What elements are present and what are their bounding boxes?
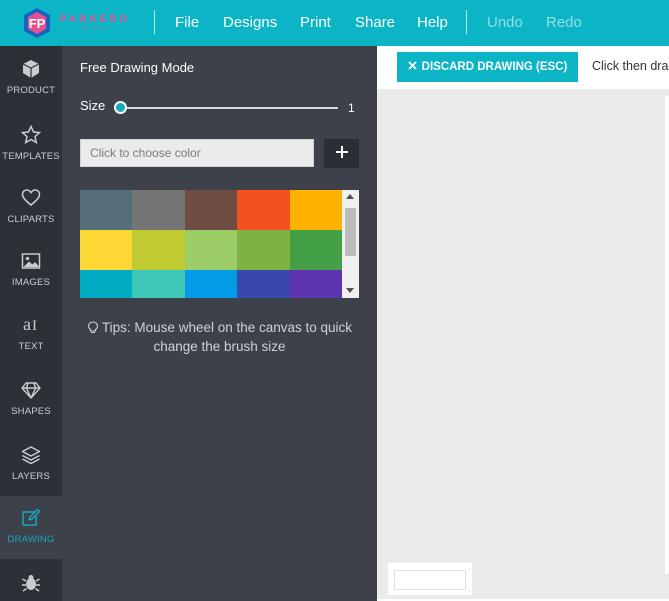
menu-share[interactable]: Share: [355, 14, 395, 31]
logo-mark-icon: FP: [20, 6, 54, 40]
scroll-thumb[interactable]: [345, 208, 356, 256]
design-canvas[interactable]: [665, 96, 669, 574]
star-icon: [20, 124, 42, 146]
lightbulb-icon: [87, 321, 99, 338]
svg-text:a: a: [23, 314, 31, 334]
panel-title: Free Drawing Mode: [80, 60, 195, 75]
add-color-button[interactable]: [324, 139, 359, 168]
image-icon: [20, 250, 42, 272]
color-swatch[interactable]: [132, 270, 185, 298]
logo-subname: Print: [82, 25, 108, 32]
svg-text:FP: FP: [29, 16, 46, 31]
discard-drawing-button[interactable]: DISCARD DRAWING (ESC): [397, 52, 578, 82]
sidebar-item-label: CLIPARTS: [7, 214, 55, 225]
canvas-toolbar: DISCARD DRAWING (ESC) Click then drag: [377, 46, 669, 89]
color-swatch[interactable]: [237, 190, 290, 230]
color-swatch[interactable]: [80, 190, 133, 230]
color-swatch[interactable]: [80, 270, 133, 298]
sidebar-item-label: LAYERS: [12, 471, 50, 482]
swatch-grid: [80, 190, 342, 298]
menu-print[interactable]: Print: [300, 14, 331, 31]
sidebar-item-layers[interactable]: LAYERS: [0, 444, 62, 482]
menu-divider: [466, 10, 467, 34]
sidebar-item-label: IMAGES: [11, 277, 51, 288]
layers-icon: [20, 444, 42, 466]
color-swatch[interactable]: [80, 230, 133, 270]
color-palette: [80, 190, 359, 298]
sidebar-item-images[interactable]: IMAGES: [0, 250, 62, 288]
color-swatch[interactable]: [289, 230, 342, 270]
page-thumbnail-preview: [394, 570, 466, 590]
sidebar-item-shapes[interactable]: SHAPES: [0, 379, 62, 417]
page-thumbnail[interactable]: [388, 563, 472, 595]
menu-divider: [154, 10, 155, 34]
brush-size-slider[interactable]: [120, 107, 338, 109]
brush-size-slider-handle[interactable]: [114, 101, 127, 114]
color-swatch[interactable]: [132, 190, 185, 230]
sidebar-item-extra[interactable]: [0, 572, 62, 594]
left-sidebar: PRODUCT TEMPLATES CLIPARTS IMAGES aI TEX…: [0, 46, 62, 601]
drawing-hint: Click then drag: [592, 59, 669, 73]
scroll-down-icon[interactable]: [346, 288, 354, 293]
color-swatch[interactable]: [184, 190, 238, 230]
tips-text: Tips: Mouse wheel on the canvas to quick…: [80, 319, 359, 355]
text-icon: aI: [20, 314, 42, 336]
sidebar-item-product[interactable]: PRODUCT: [0, 58, 62, 96]
menu-help[interactable]: Help: [417, 14, 448, 31]
sidebar-item-text[interactable]: aI TEXT: [0, 314, 62, 352]
plus-icon: [335, 145, 349, 162]
sidebar-item-label: SHAPES: [11, 406, 51, 417]
diamond-icon: [20, 379, 42, 401]
brush-size-value: 1: [348, 101, 355, 115]
sidebar-item-label: TEMPLATES: [2, 151, 60, 162]
svg-text:I: I: [32, 318, 37, 334]
close-icon: [408, 61, 417, 73]
logo[interactable]: FP PARKERO Print: [20, 6, 132, 40]
color-swatch[interactable]: [237, 270, 290, 298]
color-swatch[interactable]: [289, 270, 342, 298]
color-swatch[interactable]: [184, 230, 238, 270]
color-swatch[interactable]: [184, 270, 238, 298]
sidebar-item-label: PRODUCT: [6, 85, 56, 96]
sidebar-item-cliparts[interactable]: CLIPARTS: [0, 187, 62, 225]
color-swatch[interactable]: [132, 230, 185, 270]
bug-icon: [20, 572, 42, 594]
menu-designs[interactable]: Designs: [223, 14, 277, 31]
color-swatch[interactable]: [289, 190, 342, 230]
sidebar-item-drawing[interactable]: DRAWING: [0, 496, 62, 559]
tips-label: Tips: Mouse wheel on the canvas to quick…: [101, 320, 353, 354]
drawing-panel: Free Drawing Mode Size 1 Tips: Mouse whe…: [62, 46, 377, 601]
canvas-area: DISCARD DRAWING (ESC) Click then drag: [377, 46, 669, 601]
color-picker-input[interactable]: [80, 139, 314, 167]
redo-button[interactable]: Redo: [546, 14, 582, 31]
size-label: Size: [80, 98, 106, 113]
sidebar-item-label: DRAWING: [7, 534, 55, 545]
logo-text: PARKERO Print: [60, 13, 131, 32]
discard-label: DISCARD DRAWING (ESC): [421, 61, 568, 73]
palette-scrollbar[interactable]: [342, 190, 359, 298]
logo-name: PARKERO: [60, 13, 131, 25]
menu-file[interactable]: File: [175, 14, 199, 31]
pencil-icon: [20, 507, 42, 529]
undo-button[interactable]: Undo: [487, 14, 523, 31]
sidebar-item-templates[interactable]: TEMPLATES: [0, 124, 62, 162]
cube-icon: [20, 58, 42, 80]
scroll-up-icon[interactable]: [346, 194, 354, 199]
sidebar-item-label: TEXT: [18, 341, 44, 352]
top-bar: FP PARKERO Print File Designs Print Shar…: [0, 0, 669, 46]
color-swatch[interactable]: [237, 230, 290, 270]
heart-icon: [20, 187, 42, 209]
